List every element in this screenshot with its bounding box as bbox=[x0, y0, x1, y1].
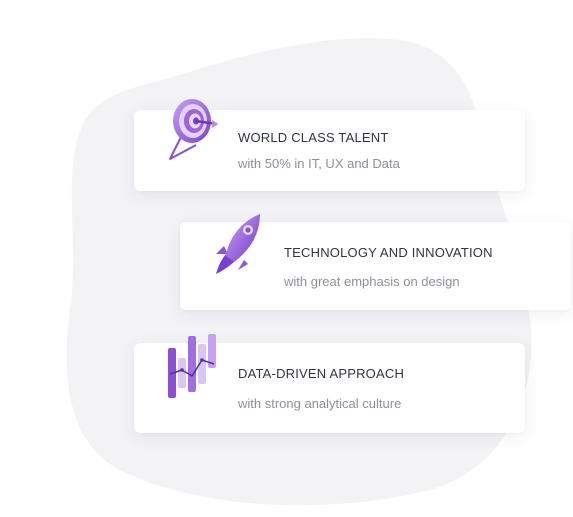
feature-title: WORLD CLASS TALENT bbox=[238, 130, 389, 145]
features-panel: WORLD CLASS TALENT with 50% in IT, UX an… bbox=[0, 0, 573, 517]
feature-subtitle: with strong analytical culture bbox=[238, 396, 402, 411]
feature-subtitle: with 50% in IT, UX and Data bbox=[238, 156, 400, 171]
feature-subtitle: with great emphasis on design bbox=[284, 274, 460, 289]
feature-title: TECHNOLOGY AND INNOVATION bbox=[284, 245, 493, 260]
feature-title: DATA-DRIVEN APPROACH bbox=[238, 366, 405, 381]
chart-icon bbox=[168, 334, 216, 398]
target-icon bbox=[169, 99, 218, 160]
rocket-icon bbox=[216, 214, 260, 274]
